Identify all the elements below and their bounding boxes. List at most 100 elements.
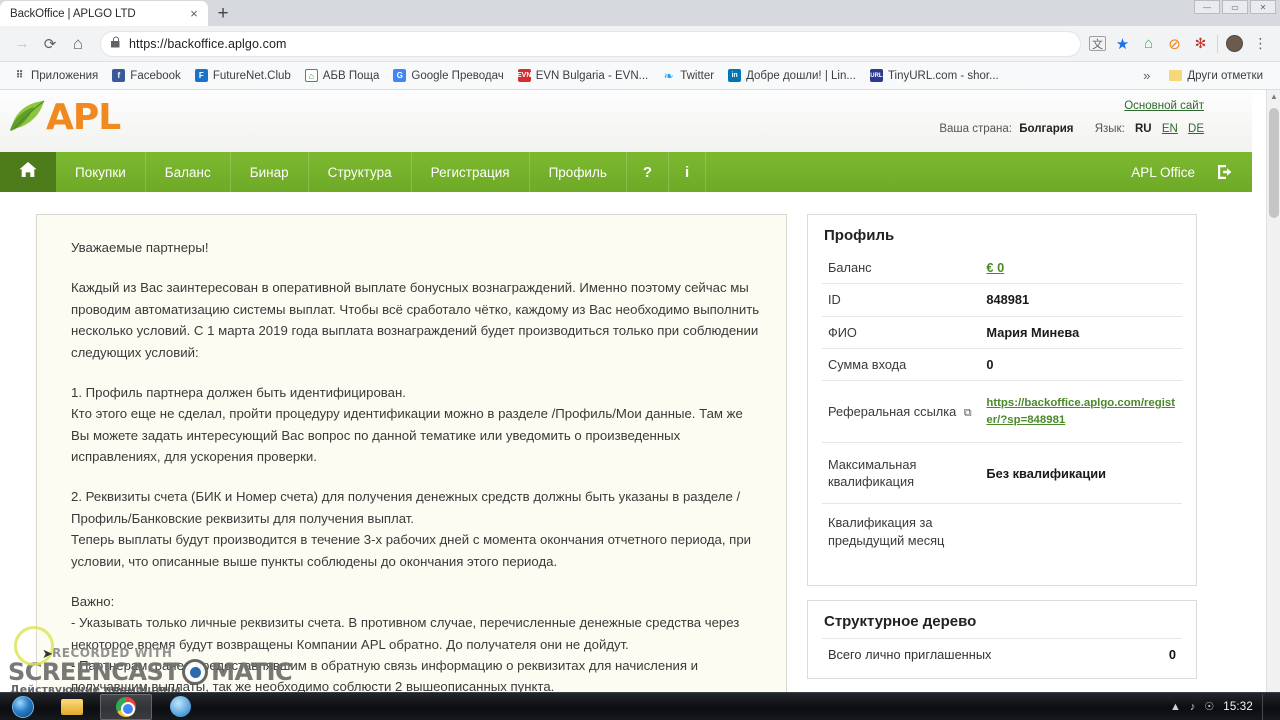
bookmarks-overflow-icon[interactable]: »: [1139, 68, 1154, 83]
nav-home-button[interactable]: [0, 152, 56, 192]
address-bar[interactable]: https://backoffice.aplgo.com: [100, 30, 1081, 57]
browser-toolbar: ← ⟳ ⌂ https://backoffice.aplgo.com 文 ★ ⌂…: [0, 26, 1280, 62]
notice-panel: Уважаемые партнеры! Каждый из Вас заинте…: [36, 214, 787, 720]
nav-item-balans[interactable]: Баланс: [146, 152, 231, 192]
site-logo[interactable]: APL: [8, 96, 121, 138]
profile-value-id: 848981: [986, 292, 1030, 308]
nav-apl-office[interactable]: APL Office: [1115, 152, 1211, 192]
evn-icon: EVN: [517, 69, 531, 82]
profile-key-prev-qualification: Квалификация за предыдущий месяц: [828, 515, 945, 548]
show-desktop-button[interactable]: [1262, 693, 1272, 720]
profile-value-referral-link: https://backoffice.aplgo.com/register/?s…: [980, 381, 1182, 443]
bookmark-apps[interactable]: ⠿ Приложения: [6, 65, 105, 87]
structure-tree-row: Всего лично приглашенных 0: [822, 637, 1182, 666]
screen-root: BackOffice | APLGO LTD × + — ▭ ✕ ← ⟳ ⌂ h…: [0, 0, 1280, 720]
language-de[interactable]: DE: [1188, 123, 1204, 135]
windows-orb-icon: [12, 695, 34, 718]
country-language-row: Ваша страна: Болгария Язык: RU EN DE: [939, 123, 1204, 135]
profile-panel: Профиль Баланс € 0 ID 848981 ФИО Мария М…: [807, 214, 1197, 586]
profile-key-entry-sum: Сумма входа: [828, 356, 907, 372]
profile-key-max-qualification: Максимальная квалификация: [828, 456, 917, 490]
new-tab-button[interactable]: +: [208, 1, 238, 26]
avatar[interactable]: [1225, 34, 1244, 53]
browser-chrome: BackOffice | APLGO LTD × + — ▭ ✕ ← ⟳ ⌂ h…: [0, 0, 1280, 90]
referral-link[interactable]: https://backoffice.aplgo.com/register/?s…: [986, 397, 1175, 426]
table-row: Баланс € 0: [822, 252, 1182, 284]
google-translate-icon: G: [393, 69, 407, 82]
bookmark-abv-mail[interactable]: ⌂ АБВ Поща: [298, 65, 387, 87]
bookmark-futurenet[interactable]: F FutureNet.Club: [188, 65, 298, 87]
other-bookmarks-folder[interactable]: Други отметки: [1162, 65, 1270, 87]
copy-icon[interactable]: ⧉: [964, 406, 972, 421]
scrollbar-thumb[interactable]: [1269, 108, 1279, 218]
profile-value-balance: € 0: [980, 252, 1182, 284]
profile-key-referral-link: Реферальная ссылка ⧉: [822, 381, 980, 443]
page-columns: Уважаемые партнеры! Каждый из Вас заинте…: [0, 192, 1252, 720]
page-viewport: APL Основной сайт Ваша страна: Болгария …: [0, 90, 1280, 720]
bookmark-linkedin[interactable]: in Добре дошли! | Lin...: [721, 65, 863, 87]
bookmark-label: Добре дошли! | Lin...: [746, 69, 856, 82]
tab-close-icon[interactable]: ×: [186, 6, 202, 22]
language-en[interactable]: EN: [1162, 123, 1178, 135]
taskbar-chrome[interactable]: [100, 693, 152, 720]
right-column: Профиль Баланс € 0 ID 848981 ФИО Мария М…: [807, 214, 1197, 720]
tray-expand-icon[interactable]: ▲: [1170, 701, 1181, 713]
extension-lastpass-icon[interactable]: ⌂: [1139, 34, 1158, 53]
nav-item-profil[interactable]: Профиль: [530, 152, 627, 192]
extension-adblock-icon[interactable]: ⊘: [1165, 34, 1184, 53]
structure-tree-panel: Структурное дерево Всего лично приглашен…: [807, 599, 1197, 679]
reload-button[interactable]: ⟳: [36, 30, 64, 58]
country-label: Ваша страна:: [939, 123, 1012, 135]
page-scrollbar[interactable]: ▲: [1266, 90, 1280, 720]
close-window-button[interactable]: ✕: [1250, 0, 1276, 14]
bookmark-evn[interactable]: EVN EVN Bulgaria - EVN...: [511, 65, 655, 87]
folder-icon: [61, 698, 83, 715]
nav-item-pokupki[interactable]: Покупки: [56, 152, 146, 192]
help-icon[interactable]: ?: [627, 152, 670, 192]
info-icon[interactable]: i: [669, 152, 707, 192]
tray-volume-icon[interactable]: ♪: [1190, 701, 1196, 713]
balance-link[interactable]: € 0: [986, 260, 1004, 275]
main-site-link[interactable]: Основной сайт: [939, 100, 1204, 112]
bookmark-label: TinyURL.com - shor...: [887, 69, 999, 82]
maximize-button[interactable]: ▭: [1222, 0, 1248, 14]
extension-puzzle-icon[interactable]: ✻: [1191, 34, 1210, 53]
nav-right-group: APL Office: [1115, 152, 1252, 192]
home-icon: [19, 161, 37, 183]
taskbar-explorer[interactable]: [46, 694, 98, 720]
translate-icon[interactable]: 文: [1089, 36, 1106, 51]
taskbar-clock[interactable]: 15:32: [1223, 701, 1253, 713]
browser-tab[interactable]: BackOffice | APLGO LTD ×: [0, 1, 208, 26]
tab-title: BackOffice | APLGO LTD: [10, 7, 136, 20]
back-button[interactable]: ←: [8, 30, 36, 58]
address-bar-url: https://backoffice.aplgo.com: [129, 36, 287, 51]
browser-menu-button[interactable]: ⋮: [1251, 34, 1270, 53]
nav-item-binar[interactable]: Бинар: [231, 152, 309, 192]
bookmark-tinyurl[interactable]: URL TinyURL.com - shor...: [863, 65, 1006, 87]
bookmarks-bar: ⠿ Приложения f Facebook F FutureNet.Club…: [0, 62, 1280, 90]
bookmark-twitter[interactable]: ❧ Twitter: [655, 65, 721, 87]
minimize-button[interactable]: —: [1194, 0, 1220, 14]
main-navigation: Покупки Баланс Бинар Структура Регистрац…: [0, 152, 1252, 192]
profile-key-fio: ФИО: [828, 324, 857, 340]
tray-network-icon[interactable]: ☉: [1204, 700, 1214, 713]
language-label: Язык:: [1094, 123, 1125, 135]
profile-value-max-qualification: Без квалификации: [986, 465, 1107, 481]
structure-tree-title: Структурное дерево: [824, 612, 977, 630]
bookmark-facebook[interactable]: f Facebook: [105, 65, 188, 87]
scroll-up-arrow[interactable]: ▲: [1270, 92, 1278, 101]
profile-value-fio: Мария Минева: [986, 324, 1080, 340]
language-ru[interactable]: RU: [1135, 123, 1152, 135]
tinyurl-icon: URL: [869, 69, 883, 82]
bookmark-label: АБВ Поща: [322, 69, 380, 82]
bookmark-google-translate[interactable]: G Google Преводач: [386, 65, 510, 87]
start-button[interactable]: [0, 694, 46, 720]
home-button[interactable]: ⌂: [64, 30, 92, 58]
profile-key-id: ID: [828, 292, 841, 308]
nav-item-registratsiya[interactable]: Регистрация: [412, 152, 530, 192]
logout-icon[interactable]: [1211, 152, 1252, 192]
linkedin-icon: in: [728, 69, 742, 82]
taskbar-ie[interactable]: [154, 694, 206, 720]
nav-item-struktura[interactable]: Структура: [309, 152, 412, 192]
bookmark-star-icon[interactable]: ★: [1113, 34, 1132, 53]
